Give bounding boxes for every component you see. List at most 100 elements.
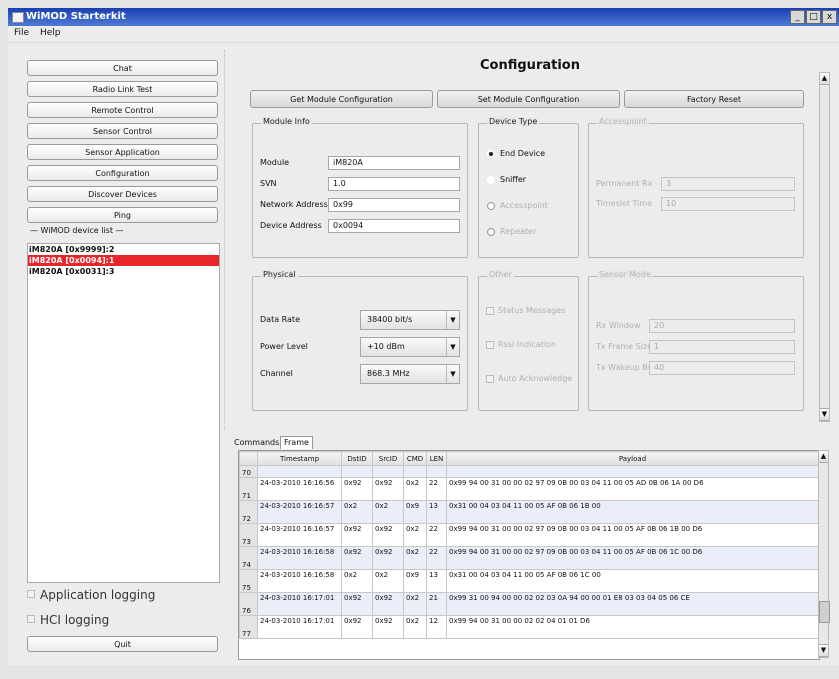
nav-button-chat[interactable]: Chat (27, 60, 218, 76)
table-cell-cmd: 0x2 (403, 477, 427, 501)
column-header-timestamp[interactable]: Timestamp (257, 451, 342, 466)
table-cell-len: 22 (426, 477, 447, 501)
minimize-button[interactable]: _ (790, 10, 805, 24)
table-cell-payload: 0x31 00 04 03 04 11 00 05 AF 0B 06 1B 00 (446, 500, 819, 524)
table-scrollbar[interactable]: ▲ ▼ (818, 450, 830, 658)
scroll-up-icon[interactable]: ▲ (820, 73, 829, 85)
row-number: 76 (239, 592, 258, 616)
table-cell-payload: 0x99 94 00 31 00 00 02 97 09 0B 00 03 04… (446, 546, 819, 570)
table-cell-cmd: 0x2 (403, 615, 427, 639)
table-cell-dst: 0x92 (341, 615, 373, 639)
table-cell-dst: 0x92 (341, 546, 373, 570)
maximize-button[interactable]: □ (806, 10, 821, 24)
physical-field-value: +10 dBm (367, 342, 405, 351)
accesspoint-field-label: Permanent Rx (596, 179, 653, 188)
column-header-cmd[interactable]: CMD (403, 451, 427, 466)
module-info-field-value[interactable]: 0x99 (328, 198, 460, 212)
table-row[interactable]: 75 24-03-2010 16:16:58 0x2 0x2 0x9 13 0x31 00 … (239, 569, 819, 593)
close-button[interactable]: x (822, 10, 837, 24)
nav-button-ping[interactable]: Ping (27, 207, 218, 223)
get-config-button[interactable]: Get Module Configuration (250, 90, 433, 108)
frame-table-container: Timestamp DstID SrcID CMD LEN Payload 70 71 24-… (238, 450, 820, 660)
nav-button-remote-control[interactable]: Remote Control (27, 102, 218, 118)
physical-field-combo[interactable]: 868.3 MHz ▼ (360, 364, 460, 384)
table-cell-len (426, 465, 447, 478)
table-row[interactable]: 70 (239, 465, 819, 478)
physical-field-label: Data Rate (260, 315, 300, 324)
table-scroll-up-icon[interactable]: ▲ (819, 451, 828, 463)
config-scrollbar[interactable]: ▲ ▼ (819, 72, 830, 422)
table-cell-src: 0x2 (372, 569, 404, 593)
module-info-field-value[interactable]: 1.0 (328, 177, 460, 191)
device-type-group: Device Type (478, 117, 579, 258)
table-cell-ts: 24-03-2010 16:16:56 (257, 477, 342, 501)
hci-logging-checkbox[interactable] (27, 615, 35, 623)
physical-field-combo[interactable]: +10 dBm ▼ (360, 337, 460, 357)
table-cell-src: 0x92 (372, 477, 404, 501)
table-cell-len: 22 (426, 523, 447, 547)
chevron-down-icon: ▼ (446, 311, 459, 329)
table-cell-dst: 0x92 (341, 592, 373, 616)
row-number: 70 (239, 465, 258, 478)
table-scroll-thumb[interactable] (819, 601, 830, 623)
tab-frame[interactable]: Frame (280, 436, 313, 449)
module-info-field-value[interactable]: 0x0094 (328, 219, 460, 233)
row-number: 75 (239, 569, 258, 593)
nav-button-radio-link-test[interactable]: Radio Link Test (27, 81, 218, 97)
table-cell-payload (446, 465, 819, 478)
column-header-srcid[interactable]: SrcID (372, 451, 404, 466)
quit-button[interactable]: Quit (27, 636, 218, 652)
menu-help[interactable]: Help (40, 28, 61, 38)
device-type-option-label: Sniffer (500, 175, 527, 184)
table-cell-payload: 0x99 94 00 31 00 00 02 02 04 01 01 D6 (446, 615, 819, 639)
row-number-header (239, 451, 258, 466)
column-header-payload[interactable]: Payload (446, 451, 819, 466)
module-info-field-label: Module (260, 158, 290, 167)
menu-file[interactable]: File (14, 28, 29, 38)
other-checkbox-label: Status Messages (498, 306, 566, 315)
device-type-radio[interactable] (487, 176, 495, 184)
device-list-item[interactable]: iM820A [0x0031]:3 (28, 266, 219, 277)
device-type-radio[interactable] (487, 150, 495, 158)
app-logging-checkbox[interactable] (27, 590, 35, 598)
nav-button-configuration[interactable]: Configuration (27, 165, 218, 181)
nav-button-sensor-application[interactable]: Sensor Application (27, 144, 218, 160)
physical-label: Physical (261, 270, 298, 279)
table-cell-ts: 24-03-2010 16:16:58 (257, 546, 342, 570)
device-list-header: — WiMOD device list — (30, 226, 124, 235)
device-type-radio (487, 228, 495, 236)
tab-commands[interactable]: Commands (234, 438, 279, 447)
physical-field-combo[interactable]: 38400 bit/s ▼ (360, 310, 460, 330)
device-list-item[interactable]: iM820A [0x0094]:1 (28, 255, 219, 266)
device-list[interactable]: iM820A [0x9999]:2 iM820A [0x0094]:1 iM820A… (27, 243, 220, 583)
table-row[interactable]: 72 24-03-2010 16:16:57 0x2 0x2 0x9 13 0x31 00 … (239, 500, 819, 524)
module-info-field-value[interactable]: iM820A (328, 156, 460, 170)
chevron-down-icon: ▼ (446, 365, 459, 383)
table-row[interactable]: 77 24-03-2010 16:17:01 0x92 0x92 0x2 12 0x99 9… (239, 615, 819, 639)
table-cell-ts: 24-03-2010 16:16:58 (257, 569, 342, 593)
nav-button-sensor-control[interactable]: Sensor Control (27, 123, 218, 139)
table-row[interactable]: 76 24-03-2010 16:17:01 0x92 0x92 0x2 21 0x99 3… (239, 592, 819, 616)
set-config-button[interactable]: Set Module Configuration (437, 90, 620, 108)
device-list-item[interactable]: iM820A [0x9999]:2 (28, 244, 219, 255)
table-cell-payload: 0x99 31 00 94 00 00 02 02 03 0A 94 00 00… (446, 592, 819, 616)
table-cell-cmd: 0x2 (403, 592, 427, 616)
column-header-dstid[interactable]: DstID (341, 451, 373, 466)
splitter-handle[interactable] (224, 50, 228, 430)
physical-field-value: 38400 bit/s (367, 315, 413, 324)
other-checkbox-label: Rssi Indication (498, 340, 557, 349)
table-cell-len: 13 (426, 500, 447, 524)
table-row[interactable]: 73 24-03-2010 16:16:57 0x92 0x92 0x2 22 0x99 9… (239, 523, 819, 547)
scroll-down-group: ▼ (820, 408, 829, 421)
table-row[interactable]: 71 24-03-2010 16:16:56 0x92 0x92 0x2 22 0x99 9… (239, 477, 819, 501)
table-cell-payload: 0x31 00 04 03 04 11 00 05 AF 0B 06 1C 00 (446, 569, 819, 593)
device-type-option-label: Repeater (500, 227, 537, 236)
factory-reset-button[interactable]: Factory Reset (624, 90, 804, 108)
table-scroll-down-icon[interactable]: ▼ (819, 644, 828, 657)
scroll-down-icon[interactable]: ▼ (820, 408, 829, 421)
column-header-len[interactable]: LEN (426, 451, 447, 466)
nav-button-discover-devices[interactable]: Discover Devices (27, 186, 218, 202)
module-info-field-label: SVN (260, 179, 277, 188)
table-row[interactable]: 74 24-03-2010 16:16:58 0x92 0x92 0x2 22 0x99 9… (239, 546, 819, 570)
other-checkbox (486, 341, 494, 349)
